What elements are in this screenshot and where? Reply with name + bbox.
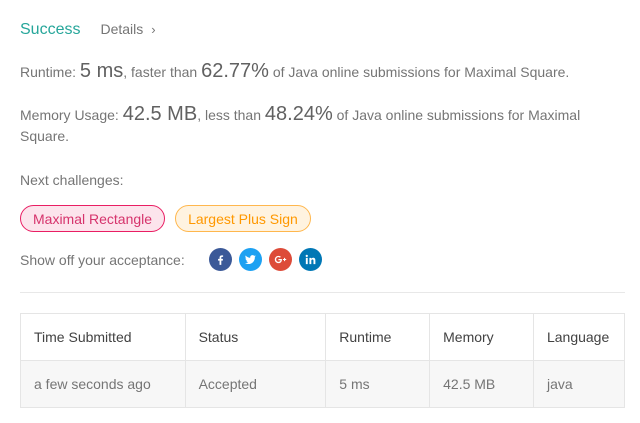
share-icons — [208, 248, 329, 271]
linkedin-icon[interactable] — [298, 248, 322, 271]
runtime-suffix: of Java online submissions for Maximal S… — [272, 64, 570, 80]
next-challenges-list: Maximal Rectangle Largest Plus Sign — [20, 205, 321, 232]
memory-label: Memory Usage: — [20, 107, 119, 123]
chevron-right-icon: › — [151, 21, 156, 37]
column-header-time: Time Submitted — [20, 313, 186, 361]
table-row: a few seconds ago Accepted 5 ms 42.5 MB … — [20, 360, 626, 408]
details-link[interactable]: Details › — [100, 21, 155, 37]
table-header-row: Time Submitted Status Runtime Memory Lan… — [20, 313, 626, 361]
submission-result-page: Success Details › Runtime: 5 ms, faster … — [0, 0, 640, 423]
share-label: Show off your acceptance: — [20, 251, 185, 268]
cell-status-accepted[interactable]: Accepted — [184, 360, 327, 408]
google-plus-icon[interactable] — [268, 248, 292, 271]
next-challenges-label: Next challenges: — [20, 172, 124, 188]
memory-comparison-text: , less than — [197, 107, 262, 123]
memory-value: 42.5 MB — [122, 103, 198, 125]
status-success: Success — [20, 21, 81, 38]
runtime-percentile: 62.77% — [201, 60, 269, 82]
runtime-summary: Runtime: 5 ms, faster than 62.77% of Jav… — [20, 61, 569, 83]
twitter-icon[interactable] — [238, 248, 262, 271]
facebook-icon[interactable] — [208, 248, 232, 271]
cell-memory: 42.5 MB — [429, 360, 534, 408]
runtime-label: Runtime: — [20, 64, 77, 80]
cell-runtime: 5 ms — [325, 360, 431, 408]
challenge-maximal-rectangle[interactable]: Maximal Rectangle — [20, 205, 166, 232]
memory-summary: Memory Usage: 42.5 MB, less than 48.24% … — [20, 104, 600, 147]
runtime-comparison-text: , faster than — [123, 64, 198, 80]
column-header-runtime: Runtime — [325, 313, 431, 361]
memory-percentile: 48.24% — [264, 103, 333, 125]
column-header-status: Status — [184, 313, 327, 361]
details-label: Details — [100, 21, 144, 37]
challenge-largest-plus-sign[interactable]: Largest Plus Sign — [175, 205, 311, 232]
result-header: Success Details › — [20, 21, 156, 39]
submission-table: Time Submitted Status Runtime Memory Lan… — [20, 313, 626, 408]
share-row: Show off your acceptance: — [20, 248, 329, 271]
runtime-value: 5 ms — [79, 60, 124, 82]
cell-time-submitted: a few seconds ago — [20, 360, 186, 408]
column-header-language: Language — [532, 313, 626, 361]
cell-language: java — [532, 360, 626, 408]
section-divider — [20, 292, 625, 293]
column-header-memory: Memory — [429, 313, 534, 361]
